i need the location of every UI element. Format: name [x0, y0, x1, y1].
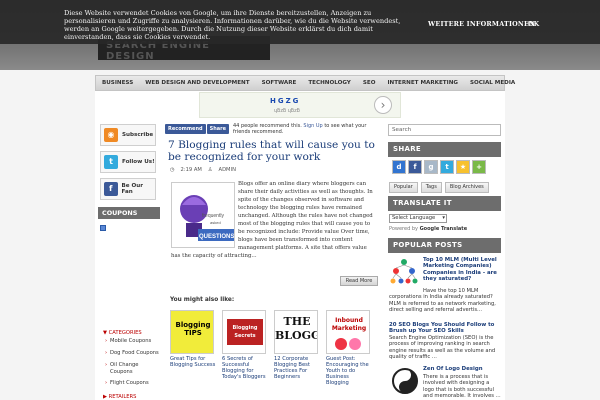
twitter-icon: t	[104, 155, 118, 169]
coupons-header: COUPONS	[98, 207, 160, 219]
nav-item-seo[interactable]: SEO	[363, 80, 376, 86]
svg-text:frequently: frequently	[202, 213, 224, 219]
share-button[interactable]: Share	[206, 124, 229, 134]
category-item[interactable]: Oil Change Coupons	[105, 362, 156, 375]
be-our-fan-label: Be Our Fan	[121, 183, 144, 195]
help-icon[interactable]	[100, 225, 106, 231]
subscribe-button[interactable]: ◉ Subscribe	[100, 124, 156, 146]
facebook-icon[interactable]: f	[408, 160, 422, 174]
might-like-heading: You might also like:	[170, 297, 235, 303]
category-item[interactable]: Flight Coupons	[105, 380, 149, 387]
nav-item-technology[interactable]: TECHNOLOGY	[308, 80, 351, 86]
facebook-recommend-bar: Recommend Share 44 people recommend this…	[165, 123, 383, 135]
retailers-title[interactable]: ▶ RETAILERS	[103, 394, 136, 400]
main-nav: BUSINESS WEB DESIGN AND DEVELOPMENT SOFT…	[95, 75, 515, 91]
category-item[interactable]: Mobile Coupons	[105, 338, 151, 345]
nav-item-social-media[interactable]: SOCIAL MEDIA	[470, 80, 515, 86]
related-caption[interactable]: 6 Secrets of Successful Blogging for Tod…	[222, 356, 268, 380]
related-caption[interactable]: Great Tips for Blogging Success	[170, 356, 216, 368]
post-author[interactable]: ADMIN	[219, 167, 236, 173]
share-header: SHARE	[388, 142, 501, 157]
ad-banner[interactable]: HGZG ɥƃzƃ ɥƃzƃ ›	[199, 92, 401, 118]
related-post[interactable]: Inbound Marketing Guest Post: Encouraging…	[326, 310, 372, 386]
popular-post-title[interactable]: 20 SEO Blogs You Should Follow to Brush …	[389, 322, 501, 335]
nav-item-software[interactable]: SOFTWARE	[262, 80, 297, 86]
powered-prefix: Powered by	[389, 226, 418, 232]
tab-tags[interactable]: Tags	[420, 182, 442, 193]
svg-text:QUESTIONS: QUESTIONS	[199, 234, 234, 240]
related-thumbnail[interactable]: THE BLOGG	[274, 310, 318, 354]
zen-logo-image[interactable]	[390, 366, 420, 396]
subscribe-label: Subscribe	[122, 132, 154, 138]
sidebar-tabs: Popular Tags Blog Archives	[389, 182, 492, 193]
recommend-text: 44 people recommend this. Sign Up to see…	[233, 123, 383, 135]
search-input[interactable]: Search	[388, 124, 501, 136]
svg-text:asked: asked	[210, 220, 221, 225]
nav-item-internet-marketing[interactable]: INTERNET MARKETING	[387, 80, 458, 86]
follow-us-label: Follow Us!	[122, 159, 155, 165]
translate-header: TRANSLATE IT	[388, 196, 501, 211]
read-more-button[interactable]: Read More	[340, 276, 378, 286]
tab-blog-archives[interactable]: Blog Archives	[444, 182, 489, 193]
related-thumbnail[interactable]: Blogging Secrets	[222, 310, 266, 354]
signup-link[interactable]: Sign Up	[303, 123, 322, 129]
related-thumbnail[interactable]: Inbound Marketing	[326, 310, 370, 354]
popular-posts-header: POPULAR POSTS	[388, 238, 501, 253]
nav-item-business[interactable]: BUSINESS	[102, 80, 133, 86]
post-image[interactable]: frequently asked QUESTIONS	[171, 182, 235, 248]
cookie-more-info-link[interactable]: WEITERE INFORMATIONEN	[428, 20, 535, 28]
rss-icon: ◉	[104, 128, 118, 142]
nav-item-web-design[interactable]: WEB DESIGN AND DEVELOPMENT	[145, 80, 249, 86]
delicious-icon[interactable]: d	[392, 160, 406, 174]
post-time: 2:19 AM	[180, 167, 202, 173]
related-post[interactable]: Blogging TIPS Great Tips for Blogging Suc…	[170, 310, 216, 368]
cookie-notice-text: Diese Website verwendet Cookies von Goog…	[64, 9, 401, 41]
digg-icon[interactable]: g	[424, 160, 438, 174]
add-icon[interactable]: +	[472, 160, 486, 174]
twitter-icon[interactable]: t	[440, 160, 454, 174]
google-translate-link[interactable]: Google Translate	[420, 226, 468, 232]
ad-subtitle: ɥƃzƃ ɥƃzƃ	[274, 108, 300, 114]
powered-by-google: Powered by Google Translate	[389, 226, 467, 232]
popular-post-excerpt: There is a process that is involved with…	[423, 374, 501, 399]
tab-popular[interactable]: Popular	[389, 182, 418, 193]
star-icon[interactable]: ★	[456, 160, 470, 174]
category-item[interactable]: Dog Food Coupons	[105, 350, 159, 357]
clock-icon: ◷	[170, 167, 175, 173]
facebook-icon: f	[104, 182, 118, 196]
chevron-right-icon[interactable]: ›	[374, 96, 392, 114]
post-meta: ◷ 2:19 AM ♙ ADMIN	[170, 167, 242, 173]
follow-us-button[interactable]: t Follow Us!	[100, 151, 156, 173]
recommend-button[interactable]: Recommend	[165, 124, 206, 134]
popular-post-title[interactable]: Top 10 MLM (Multi Level Marketing Compan…	[423, 257, 501, 282]
share-icons: d f g t ★ +	[392, 160, 488, 174]
cookie-ok-button[interactable]: OK	[528, 20, 539, 28]
popular-post-title[interactable]: Zen Of Logo Design	[423, 366, 501, 372]
cookie-consent-bar: Diese Website verwendet Cookies von Goog…	[0, 0, 600, 44]
post-title[interactable]: 7 Blogging rules that will cause you to …	[168, 139, 378, 163]
be-our-fan-button[interactable]: f Be Our Fan	[100, 178, 156, 200]
mlm-network-image[interactable]	[390, 258, 418, 286]
author-icon: ♙	[207, 167, 213, 173]
related-thumbnail[interactable]: Blogging TIPS	[170, 310, 214, 354]
ad-title[interactable]: HGZG	[270, 97, 300, 105]
popular-post-excerpt: Have the top 10 MLM corporations in Indi…	[389, 288, 496, 313]
related-caption[interactable]: Guest Post: Encouraging the Youth to do …	[326, 356, 372, 386]
related-post[interactable]: THE BLOGG 12 Corporate Blogging Best Prac…	[274, 310, 320, 380]
language-select[interactable]: Select Language	[389, 214, 447, 223]
related-caption[interactable]: 12 Corporate Blogging Best Practices For…	[274, 356, 320, 380]
categories-title[interactable]: ▼ CATEGORIES	[103, 330, 142, 336]
popular-post-excerpt: Search Engine Optimization (SEO) is the …	[389, 335, 496, 360]
related-post[interactable]: Blogging Secrets 6 Secrets of Successful …	[222, 310, 268, 380]
